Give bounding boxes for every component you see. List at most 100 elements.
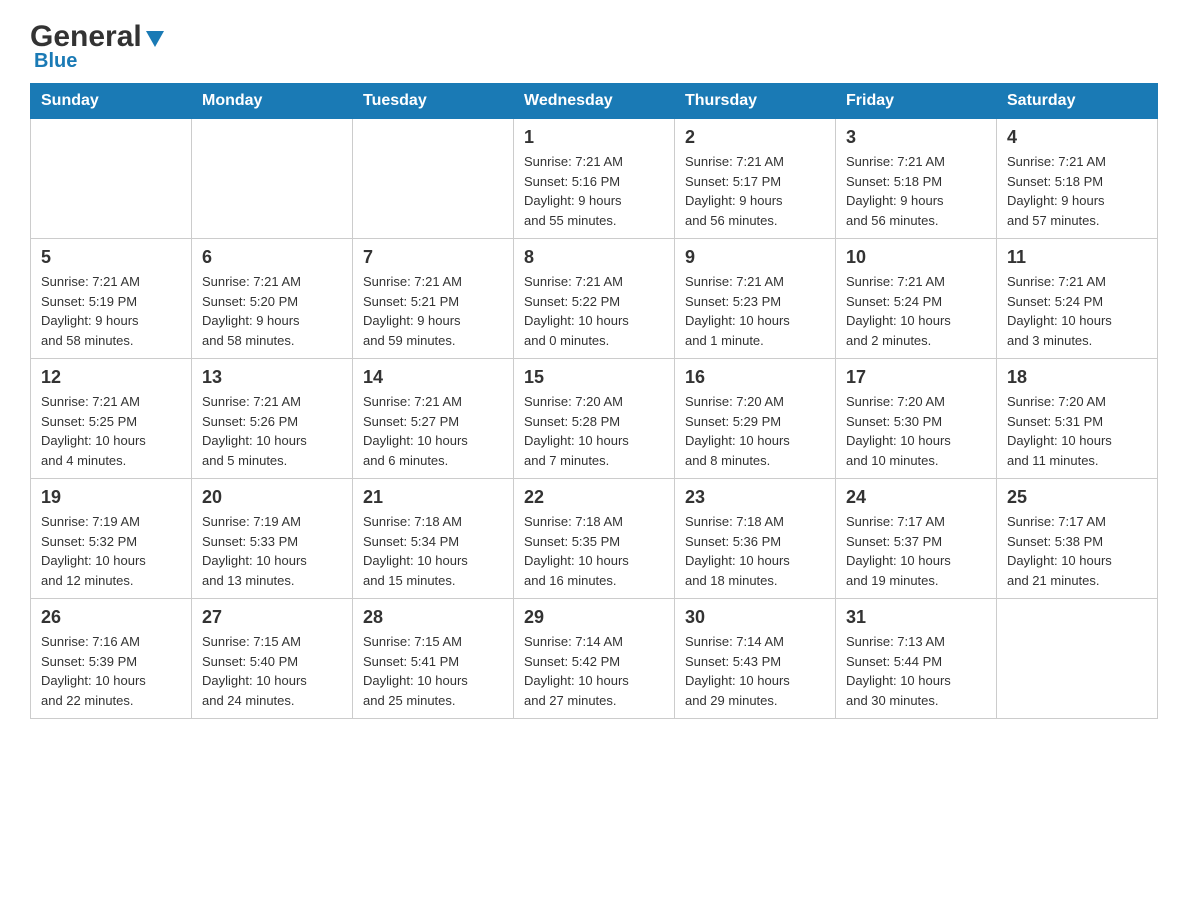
day-number: 16 xyxy=(685,367,825,388)
calendar-cell: 25 Sunrise: 7:17 AM Sunset: 5:38 PM Dayli… xyxy=(997,479,1158,599)
calendar-cell: 6 Sunrise: 7:21 AM Sunset: 5:20 PM Daylig… xyxy=(192,239,353,359)
calendar-cell: 31 Sunrise: 7:13 AM Sunset: 5:44 PM Dayli… xyxy=(836,599,997,719)
day-info: Sunrise: 7:21 AM Sunset: 5:25 PM Dayligh… xyxy=(41,392,181,470)
calendar-cell: 27 Sunrise: 7:15 AM Sunset: 5:40 PM Dayli… xyxy=(192,599,353,719)
day-info: Sunrise: 7:21 AM Sunset: 5:24 PM Dayligh… xyxy=(1007,272,1147,350)
calendar-cell: 16 Sunrise: 7:20 AM Sunset: 5:29 PM Dayli… xyxy=(675,359,836,479)
calendar-cell: 12 Sunrise: 7:21 AM Sunset: 5:25 PM Dayli… xyxy=(31,359,192,479)
day-number: 13 xyxy=(202,367,342,388)
calendar-cell: 10 Sunrise: 7:21 AM Sunset: 5:24 PM Dayli… xyxy=(836,239,997,359)
calendar-week-row: 26 Sunrise: 7:16 AM Sunset: 5:39 PM Dayli… xyxy=(31,599,1158,719)
day-info: Sunrise: 7:21 AM Sunset: 5:24 PM Dayligh… xyxy=(846,272,986,350)
day-info: Sunrise: 7:17 AM Sunset: 5:38 PM Dayligh… xyxy=(1007,512,1147,590)
day-info: Sunrise: 7:21 AM Sunset: 5:16 PM Dayligh… xyxy=(524,152,664,230)
day-info: Sunrise: 7:21 AM Sunset: 5:18 PM Dayligh… xyxy=(846,152,986,230)
day-number: 10 xyxy=(846,247,986,268)
logo: General Blue xyxy=(30,20,166,73)
day-number: 11 xyxy=(1007,247,1147,268)
day-info: Sunrise: 7:20 AM Sunset: 5:29 PM Dayligh… xyxy=(685,392,825,470)
calendar-cell: 5Sunrise: 7:21 AM Sunset: 5:19 PM Daylig… xyxy=(31,239,192,359)
calendar-cell: 20Sunrise: 7:19 AM Sunset: 5:33 PM Dayli… xyxy=(192,479,353,599)
day-info: Sunrise: 7:20 AM Sunset: 5:31 PM Dayligh… xyxy=(1007,392,1147,470)
weekday-header-friday: Friday xyxy=(836,84,997,119)
day-number: 31 xyxy=(846,607,986,628)
calendar-cell xyxy=(353,119,514,239)
day-info: Sunrise: 7:18 AM Sunset: 5:35 PM Dayligh… xyxy=(524,512,664,590)
day-number: 19 xyxy=(41,487,181,508)
day-number: 30 xyxy=(685,607,825,628)
day-info: Sunrise: 7:21 AM Sunset: 5:23 PM Dayligh… xyxy=(685,272,825,350)
weekday-header-saturday: Saturday xyxy=(997,84,1158,119)
calendar-cell: 13 Sunrise: 7:21 AM Sunset: 5:26 PM Dayli… xyxy=(192,359,353,479)
day-info: Sunrise: 7:15 AM Sunset: 5:41 PM Dayligh… xyxy=(363,632,503,710)
day-info: Sunrise: 7:15 AM Sunset: 5:40 PM Dayligh… xyxy=(202,632,342,710)
calendar-cell: 11 Sunrise: 7:21 AM Sunset: 5:24 PM Dayli… xyxy=(997,239,1158,359)
day-number: 17 xyxy=(846,367,986,388)
calendar-cell: 4 Sunrise: 7:21 AM Sunset: 5:18 PM Daylig… xyxy=(997,119,1158,239)
day-info: Sunrise: 7:20 AM Sunset: 5:30 PM Dayligh… xyxy=(846,392,986,470)
day-number: 6 xyxy=(202,247,342,268)
day-info: Sunrise: 7:18 AM Sunset: 5:36 PM Dayligh… xyxy=(685,512,825,590)
calendar-cell: 21Sunrise: 7:18 AM Sunset: 5:34 PM Dayli… xyxy=(353,479,514,599)
calendar-cell: 30Sunrise: 7:14 AM Sunset: 5:43 PM Dayli… xyxy=(675,599,836,719)
day-info: Sunrise: 7:21 AM Sunset: 5:17 PM Dayligh… xyxy=(685,152,825,230)
weekday-header-sunday: Sunday xyxy=(31,84,192,119)
day-number: 29 xyxy=(524,607,664,628)
day-number: 18 xyxy=(1007,367,1147,388)
day-info: Sunrise: 7:21 AM Sunset: 5:21 PM Dayligh… xyxy=(363,272,503,350)
day-number: 27 xyxy=(202,607,342,628)
logo-triangle-icon xyxy=(144,27,166,49)
day-info: Sunrise: 7:18 AM Sunset: 5:34 PM Dayligh… xyxy=(363,512,503,590)
day-info: Sunrise: 7:13 AM Sunset: 5:44 PM Dayligh… xyxy=(846,632,986,710)
day-info: Sunrise: 7:21 AM Sunset: 5:27 PM Dayligh… xyxy=(363,392,503,470)
day-info: Sunrise: 7:21 AM Sunset: 5:20 PM Dayligh… xyxy=(202,272,342,350)
calendar-cell: 3 Sunrise: 7:21 AM Sunset: 5:18 PM Daylig… xyxy=(836,119,997,239)
weekday-header-row: SundayMondayTuesdayWednesdayThursdayFrid… xyxy=(31,84,1158,119)
day-info: Sunrise: 7:19 AM Sunset: 5:32 PM Dayligh… xyxy=(41,512,181,590)
day-number: 22 xyxy=(524,487,664,508)
day-number: 3 xyxy=(846,127,986,148)
page-header: General Blue xyxy=(30,20,1158,73)
calendar-cell: 14Sunrise: 7:21 AM Sunset: 5:27 PM Dayli… xyxy=(353,359,514,479)
day-number: 12 xyxy=(41,367,181,388)
day-number: 8 xyxy=(524,247,664,268)
calendar-cell: 26 Sunrise: 7:16 AM Sunset: 5:39 PM Dayli… xyxy=(31,599,192,719)
day-number: 23 xyxy=(685,487,825,508)
day-number: 15 xyxy=(524,367,664,388)
day-number: 2 xyxy=(685,127,825,148)
calendar-cell xyxy=(31,119,192,239)
calendar-cell xyxy=(192,119,353,239)
calendar-cell: 18 Sunrise: 7:20 AM Sunset: 5:31 PM Dayli… xyxy=(997,359,1158,479)
weekday-header-tuesday: Tuesday xyxy=(353,84,514,119)
calendar-cell: 29 Sunrise: 7:14 AM Sunset: 5:42 PM Dayli… xyxy=(514,599,675,719)
day-number: 24 xyxy=(846,487,986,508)
day-number: 9 xyxy=(685,247,825,268)
calendar-cell: 19 Sunrise: 7:19 AM Sunset: 5:32 PM Dayli… xyxy=(31,479,192,599)
calendar-cell: 15 Sunrise: 7:20 AM Sunset: 5:28 PM Dayli… xyxy=(514,359,675,479)
calendar-week-row: 1Sunrise: 7:21 AM Sunset: 5:16 PM Daylig… xyxy=(31,119,1158,239)
calendar-week-row: 5Sunrise: 7:21 AM Sunset: 5:19 PM Daylig… xyxy=(31,239,1158,359)
day-info: Sunrise: 7:21 AM Sunset: 5:22 PM Dayligh… xyxy=(524,272,664,350)
calendar-cell: 23 Sunrise: 7:18 AM Sunset: 5:36 PM Dayli… xyxy=(675,479,836,599)
weekday-header-thursday: Thursday xyxy=(675,84,836,119)
calendar-cell: 1Sunrise: 7:21 AM Sunset: 5:16 PM Daylig… xyxy=(514,119,675,239)
calendar-week-row: 12 Sunrise: 7:21 AM Sunset: 5:25 PM Dayli… xyxy=(31,359,1158,479)
calendar-cell: 8 Sunrise: 7:21 AM Sunset: 5:22 PM Daylig… xyxy=(514,239,675,359)
day-number: 25 xyxy=(1007,487,1147,508)
weekday-header-monday: Monday xyxy=(192,84,353,119)
day-info: Sunrise: 7:14 AM Sunset: 5:42 PM Dayligh… xyxy=(524,632,664,710)
day-number: 4 xyxy=(1007,127,1147,148)
day-number: 5 xyxy=(41,247,181,268)
day-number: 26 xyxy=(41,607,181,628)
calendar-cell: 7 Sunrise: 7:21 AM Sunset: 5:21 PM Daylig… xyxy=(353,239,514,359)
day-info: Sunrise: 7:21 AM Sunset: 5:18 PM Dayligh… xyxy=(1007,152,1147,230)
day-info: Sunrise: 7:20 AM Sunset: 5:28 PM Dayligh… xyxy=(524,392,664,470)
day-number: 7 xyxy=(363,247,503,268)
day-info: Sunrise: 7:16 AM Sunset: 5:39 PM Dayligh… xyxy=(41,632,181,710)
day-info: Sunrise: 7:19 AM Sunset: 5:33 PM Dayligh… xyxy=(202,512,342,590)
logo-general-text: General xyxy=(30,20,142,54)
calendar-cell: 9 Sunrise: 7:21 AM Sunset: 5:23 PM Daylig… xyxy=(675,239,836,359)
day-number: 28 xyxy=(363,607,503,628)
weekday-header-wednesday: Wednesday xyxy=(514,84,675,119)
day-info: Sunrise: 7:21 AM Sunset: 5:26 PM Dayligh… xyxy=(202,392,342,470)
